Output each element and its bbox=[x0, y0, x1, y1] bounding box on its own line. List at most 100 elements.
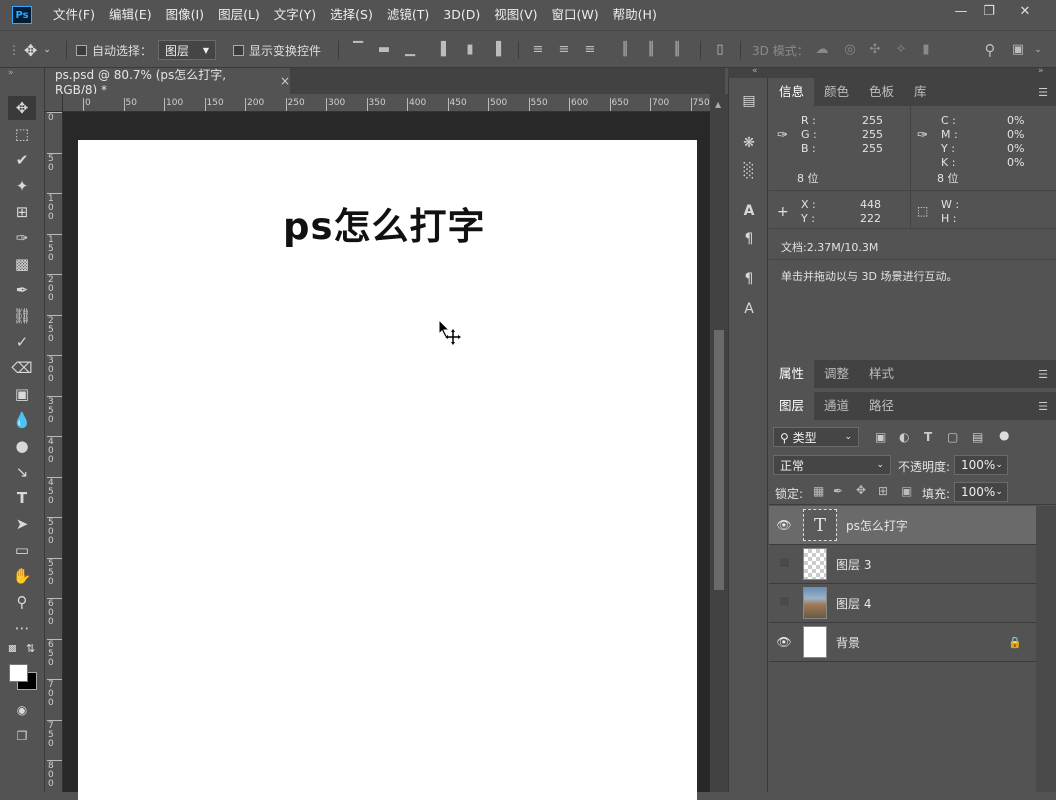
distribute-vcenter-icon[interactable]: ≡ bbox=[556, 42, 572, 58]
vertical-scrollbar[interactable]: ▲ bbox=[710, 94, 728, 792]
canvas-text-layer[interactable]: ps怎么打字 bbox=[283, 196, 486, 250]
type-tool-icon[interactable]: T bbox=[8, 486, 36, 510]
menu-layer[interactable]: 图层(L) bbox=[211, 0, 267, 30]
screen-mode-icon[interactable]: ❐ bbox=[8, 724, 36, 748]
minimize-icon[interactable]: — bbox=[946, 0, 976, 22]
3d-pan-icon[interactable]: ✣ bbox=[867, 42, 883, 58]
chevron-down-icon[interactable]: ⌄ bbox=[1030, 42, 1046, 58]
menu-filter[interactable]: 滤镜(T) bbox=[380, 0, 436, 30]
brush-tool-icon[interactable]: ✒ bbox=[8, 278, 36, 302]
navigator-panel-icon[interactable]: ❋ bbox=[737, 132, 761, 154]
menu-help[interactable]: 帮助(H) bbox=[606, 0, 664, 30]
menu-image[interactable]: 图像(I) bbox=[159, 0, 211, 30]
zoom-tool-icon[interactable]: ⚲ bbox=[8, 590, 36, 614]
3d-slide-icon[interactable]: ✧ bbox=[893, 42, 909, 58]
collapse-icon[interactable]: » bbox=[8, 68, 14, 78]
filter-type-icon[interactable]: T bbox=[924, 430, 932, 444]
layers-scrollbar[interactable] bbox=[1036, 506, 1056, 792]
gradient-tool-icon[interactable]: ▣ bbox=[8, 382, 36, 406]
histogram-panel-icon[interactable]: ░ bbox=[737, 160, 761, 182]
move-tool-icon[interactable]: ✥ bbox=[8, 96, 36, 120]
3d-camera-icon[interactable]: ▮ bbox=[918, 42, 934, 58]
tab-styles[interactable]: 样式 bbox=[859, 360, 904, 388]
menu-type[interactable]: 文字(Y) bbox=[267, 0, 323, 30]
auto-select-checkbox[interactable]: 自动选择： bbox=[76, 31, 152, 69]
align-left-icon[interactable]: ▌ bbox=[438, 42, 454, 58]
path-selection-tool-icon[interactable]: ➤ bbox=[8, 512, 36, 536]
layer-row[interactable]: 👁 背景 🔒 bbox=[769, 623, 1036, 662]
move-tool-preset-icon[interactable]: ✥ ⌄ bbox=[24, 31, 51, 69]
scroll-up-icon[interactable]: ▲ bbox=[715, 100, 721, 109]
menu-view[interactable]: 视图(V) bbox=[487, 0, 544, 30]
blur-tool-icon[interactable]: 💧 bbox=[8, 408, 36, 432]
history-panel-icon[interactable]: ▤ bbox=[737, 90, 761, 112]
lock-artboard-icon[interactable]: ⊞ bbox=[878, 484, 888, 498]
eraser-tool-icon[interactable]: ⌫ bbox=[8, 356, 36, 380]
tab-swatches[interactable]: 色板 bbox=[859, 78, 904, 106]
scrollbar-thumb[interactable] bbox=[714, 330, 724, 590]
dodge-tool-icon[interactable]: ● bbox=[8, 434, 36, 458]
eyedropper-tool-icon[interactable]: ✑ bbox=[8, 226, 36, 250]
hidden-box[interactable] bbox=[778, 596, 790, 607]
tab-info[interactable]: 信息 bbox=[769, 78, 815, 106]
align-right-icon[interactable]: ▐ bbox=[488, 42, 504, 58]
3d-roll-icon[interactable]: ◎ bbox=[842, 42, 858, 58]
healing-brush-tool-icon[interactable]: ▩ bbox=[8, 252, 36, 276]
clone-stamp-tool-icon[interactable]: ⛓ bbox=[8, 304, 36, 328]
layer-row[interactable]: 👁 T ps怎么打字 bbox=[769, 506, 1036, 545]
panel-menu-icon[interactable]: ☰ bbox=[1038, 86, 1048, 99]
align-top-icon[interactable]: ▔ bbox=[350, 42, 366, 58]
pen-tool-icon[interactable]: ↘ bbox=[8, 460, 36, 484]
horizontal-ruler[interactable]: 0 50 100 150 200 250 300 350 400 450 500 550 600 650 7… bbox=[63, 94, 710, 112]
more-tools-icon[interactable]: ⋯ bbox=[8, 616, 36, 640]
filter-adjustment-icon[interactable]: ◐ bbox=[899, 430, 909, 444]
ruler-corner[interactable] bbox=[45, 94, 63, 112]
lock-all-icon[interactable]: ▣ bbox=[901, 484, 912, 498]
lasso-tool-icon[interactable]: ✔ bbox=[8, 148, 36, 172]
menu-file[interactable]: 文件(F) bbox=[46, 0, 102, 30]
history-brush-tool-icon[interactable]: ✓ bbox=[8, 330, 36, 354]
menu-select[interactable]: 选择(S) bbox=[323, 0, 380, 30]
quick-mask-icon[interactable]: ◉ bbox=[8, 698, 36, 722]
auto-select-dropdown[interactable]: 图层 ▼ bbox=[158, 40, 216, 60]
filter-smart-object-icon[interactable]: ▤ bbox=[972, 430, 983, 444]
checkbox-box[interactable] bbox=[76, 44, 87, 56]
close-icon[interactable]: ✕ bbox=[1010, 0, 1040, 22]
rectangle-tool-icon[interactable]: ▭ bbox=[8, 538, 36, 562]
panel-menu-icon[interactable]: ☰ bbox=[1038, 368, 1048, 381]
3d-orbit-icon[interactable]: ☁ bbox=[814, 42, 830, 58]
collapse-left-icon[interactable]: « bbox=[752, 66, 758, 76]
tab-color[interactable]: 颜色 bbox=[814, 78, 859, 106]
magic-wand-tool-icon[interactable]: ✦ bbox=[8, 174, 36, 198]
tab-channels[interactable]: 通道 bbox=[814, 392, 859, 420]
opacity-input[interactable]: 100% ⌄ bbox=[954, 455, 1008, 475]
visibility-toggle[interactable] bbox=[769, 596, 799, 610]
menu-edit[interactable]: 编辑(E) bbox=[102, 0, 159, 30]
workspace-icon[interactable]: ▣ bbox=[1010, 42, 1026, 58]
lock-transparent-icon[interactable]: ▦ bbox=[813, 484, 824, 498]
search-icon[interactable]: ⚲ bbox=[982, 42, 998, 58]
restore-icon[interactable]: ❐ bbox=[974, 0, 1004, 22]
hand-tool-icon[interactable]: ✋ bbox=[8, 564, 36, 588]
align-hcenter-icon[interactable]: ▮ bbox=[462, 42, 478, 58]
distribute-bottom-icon[interactable]: ≡ bbox=[582, 42, 598, 58]
checkbox-box[interactable] bbox=[233, 44, 244, 56]
foreground-color-swatch[interactable] bbox=[9, 664, 28, 682]
distribute-right-icon[interactable]: ║ bbox=[669, 42, 685, 58]
distribute-left-icon[interactable]: ║ bbox=[617, 42, 633, 58]
tab-adjustments[interactable]: 调整 bbox=[814, 360, 859, 388]
visibility-eye-icon[interactable]: 👁 bbox=[769, 635, 799, 649]
visibility-toggle[interactable] bbox=[769, 557, 799, 571]
tab-paths[interactable]: 路径 bbox=[859, 392, 904, 420]
document-page[interactable]: ps怎么打字 bbox=[78, 140, 697, 800]
align-vcenter-icon[interactable]: ▬ bbox=[376, 42, 392, 58]
layer-filter-dropdown[interactable]: ⚲ 类型 ⌄ bbox=[773, 427, 859, 447]
crop-tool-icon[interactable]: ⊞ bbox=[8, 200, 36, 224]
layer-row[interactable]: 图层 4 bbox=[769, 584, 1036, 623]
layer-row[interactable]: 图层 3 bbox=[769, 545, 1036, 584]
vertical-ruler[interactable]: 0 50 100 150 200 250 300 350 400 450 500 550 600 650 7… bbox=[45, 112, 63, 792]
marquee-tool-icon[interactable]: ⬚ bbox=[8, 122, 36, 146]
paragraph-panel-icon[interactable]: ¶ bbox=[737, 228, 761, 250]
tab-layers[interactable]: 图层 bbox=[769, 392, 815, 420]
show-transform-checkbox[interactable]: 显示变换控件 bbox=[233, 31, 321, 69]
